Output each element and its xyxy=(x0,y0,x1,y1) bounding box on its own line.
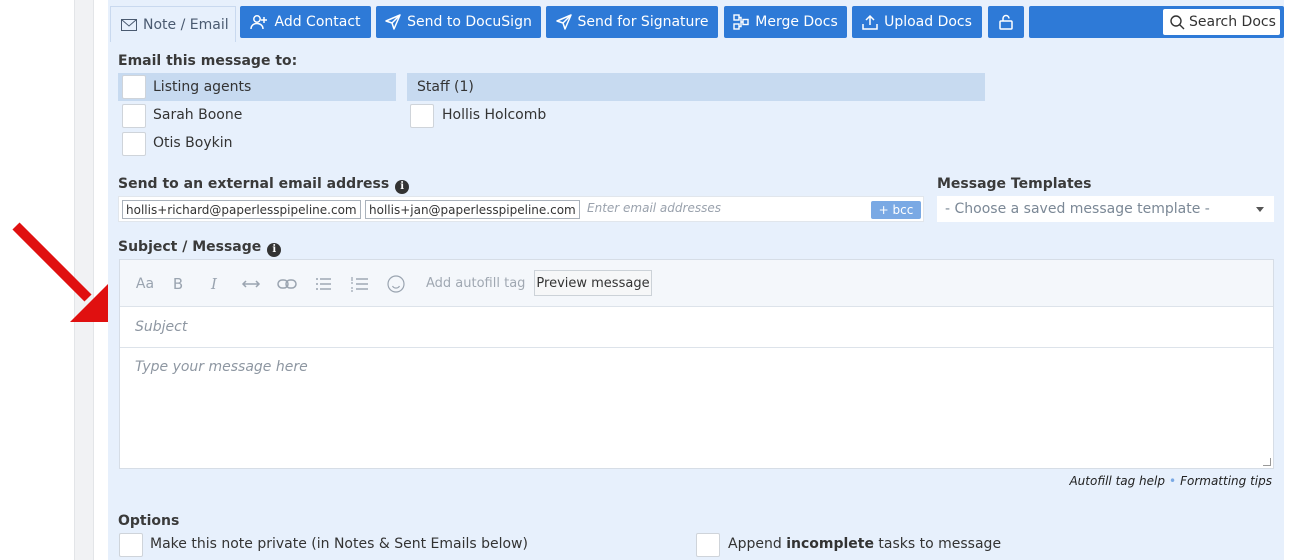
search-docs-label: Search Docs xyxy=(1189,14,1276,30)
note-email-panel: Note / Email Add Contact Send to DocuSig… xyxy=(108,0,1284,560)
email-input-placeholder[interactable]: Enter email addresses xyxy=(587,201,721,215)
message-textarea[interactable]: Type your message here xyxy=(135,359,308,375)
send-for-signature-button[interactable]: Send for Signature xyxy=(546,6,718,38)
external-email-field[interactable]: hollis+richard@paperlesspipeline.com hol… xyxy=(118,196,924,222)
group-staff[interactable]: Staff (1) xyxy=(407,73,985,101)
search-docs-button[interactable]: Search Docs xyxy=(1163,9,1280,35)
append-prefix: Append xyxy=(728,536,787,552)
preview-message-button[interactable]: Preview message xyxy=(534,270,652,296)
hollis-holcomb-checkbox[interactable] xyxy=(410,104,434,128)
upload-icon xyxy=(862,14,878,30)
recipient-label: Otis Boykin xyxy=(153,135,233,151)
chevron-down-icon xyxy=(1256,207,1264,212)
add-user-icon xyxy=(250,15,268,30)
recipient-label: Sarah Boone xyxy=(153,107,243,123)
merge-docs-button[interactable]: Merge Docs xyxy=(724,6,847,38)
group-listing-agents[interactable]: Listing agents xyxy=(118,73,396,101)
emoji-icon[interactable] xyxy=(386,274,406,294)
send-icon xyxy=(555,14,572,30)
info-icon[interactable]: i xyxy=(395,180,410,194)
append-bold: incomplete xyxy=(786,536,874,552)
group-staff-label: Staff (1) xyxy=(417,79,474,95)
subject-input[interactable]: Subject xyxy=(120,307,1273,348)
listing-agents-checkbox[interactable] xyxy=(122,75,146,99)
merge-docs-label: Merge Docs xyxy=(755,14,838,30)
resize-handle-icon[interactable] xyxy=(1263,458,1271,466)
message-template-select[interactable]: - Choose a saved message template - xyxy=(937,196,1274,222)
email-chip[interactable]: hollis+jan@paperlesspipeline.com xyxy=(365,200,580,219)
font-size-icon[interactable]: Aa xyxy=(134,274,156,294)
editor-toolbar: Aa B I Add autofill tag Preview message xyxy=(120,260,1273,307)
sarah-boone-checkbox[interactable] xyxy=(122,104,146,128)
upload-docs-button[interactable]: Upload Docs xyxy=(852,6,982,38)
message-templates-heading: Message Templates xyxy=(937,176,1092,192)
subject-message-heading: Subject / Message i xyxy=(118,239,282,257)
add-autofill-tag-button[interactable]: Add autofill tag xyxy=(426,276,525,291)
options-heading: Options xyxy=(118,513,180,529)
tab-note-email-label: Note / Email xyxy=(143,16,229,33)
external-email-label: Send to an external email address xyxy=(118,176,390,192)
help-links: Autofill tag help • Formatting tips xyxy=(1069,474,1272,488)
append-suffix: tasks to message xyxy=(873,536,1002,552)
send-icon xyxy=(385,14,401,30)
message-editor: Aa B I Add autofill tag Preview message … xyxy=(119,259,1274,469)
otis-boykin-checkbox[interactable] xyxy=(122,132,146,156)
link-icon[interactable] xyxy=(276,274,298,294)
horizontal-rule-icon[interactable] xyxy=(240,274,262,294)
lock-icon xyxy=(999,14,1013,30)
bcc-button[interactable]: + bcc xyxy=(871,201,921,219)
italic-icon[interactable]: I xyxy=(206,274,222,294)
email-chip[interactable]: hollis+richard@paperlesspipeline.com xyxy=(122,200,361,219)
recipients-heading: Email this message to: xyxy=(118,53,298,69)
annotation-arrow-icon xyxy=(12,222,112,322)
merge-icon xyxy=(733,14,749,30)
tab-note-email[interactable]: Note / Email xyxy=(110,6,236,42)
send-to-docusign-label: Send to DocuSign xyxy=(407,14,532,30)
formatting-tips-link[interactable]: Formatting tips xyxy=(1180,474,1272,488)
send-to-docusign-button[interactable]: Send to DocuSign xyxy=(376,6,541,38)
private-note-label: Make this note private (in Notes & Sent … xyxy=(150,536,528,552)
envelope-icon xyxy=(121,18,137,31)
autofill-tag-help-link[interactable]: Autofill tag help xyxy=(1069,474,1165,488)
send-for-signature-label: Send for Signature xyxy=(577,14,709,30)
action-toolbar: Note / Email Add Contact Send to DocuSig… xyxy=(108,6,1284,42)
message-template-value: - Choose a saved message template - xyxy=(945,201,1210,217)
append-tasks-label: Append incomplete tasks to message xyxy=(728,536,1001,552)
external-email-heading: Send to an external email address i xyxy=(118,176,410,194)
upload-docs-label: Upload Docs xyxy=(884,14,972,30)
add-contact-label: Add Contact xyxy=(274,14,361,30)
group-listing-agents-label: Listing agents xyxy=(153,79,252,95)
separator: • xyxy=(1169,474,1177,488)
append-tasks-checkbox[interactable] xyxy=(696,533,720,557)
numbered-list-icon[interactable] xyxy=(350,274,368,294)
recipient-label: Hollis Holcomb xyxy=(442,107,547,123)
private-note-checkbox[interactable] xyxy=(119,533,143,557)
add-contact-button[interactable]: Add Contact xyxy=(240,6,371,38)
search-bar: Search Docs xyxy=(1029,6,1284,38)
bulleted-list-icon[interactable] xyxy=(314,274,332,294)
info-icon[interactable]: i xyxy=(267,243,282,257)
bold-icon[interactable]: B xyxy=(170,274,186,294)
lock-button[interactable] xyxy=(988,6,1024,38)
subject-message-label: Subject / Message xyxy=(118,239,262,255)
search-icon xyxy=(1170,15,1185,30)
